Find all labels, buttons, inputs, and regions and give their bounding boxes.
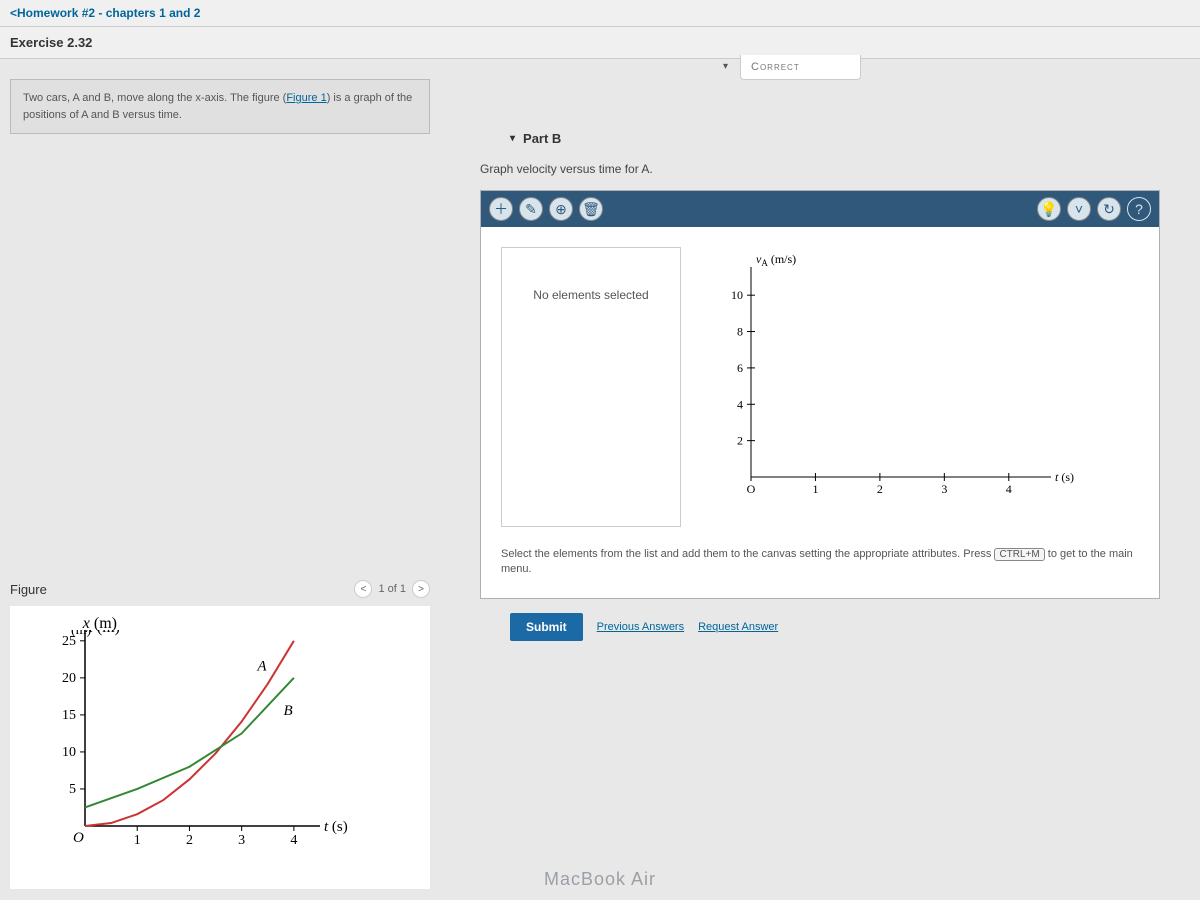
request-answer-link[interactable]: Request Answer (698, 621, 778, 633)
breadcrumb[interactable]: <Homework #2 - chapters 1 and 2 (0, 0, 1200, 27)
figure-1: 5101520251234x (m)ABx (m)t (s)Ox (m) (10, 606, 430, 889)
problem-text: Two cars, A and B, move along the x-axis… (23, 92, 286, 104)
svg-text:2: 2 (877, 482, 883, 496)
part-b-header[interactable]: ▾ Part B (480, 119, 1160, 152)
svg-text:8: 8 (737, 325, 743, 339)
submit-row: Submit Previous Answers Request Answer (480, 599, 1160, 655)
submit-button[interactable]: Submit (510, 613, 583, 641)
pager-label: 1 of 1 (378, 583, 406, 595)
previous-answers-link[interactable]: Previous Answers (597, 621, 684, 633)
svg-text:B: B (283, 703, 292, 719)
figure-panel: Figure < 1 of 1 > 5101520251234x (m)ABx … (0, 562, 440, 899)
breadcrumb-label: Homework #2 - chapters 1 and 2 (17, 6, 200, 20)
delete-tool-button[interactable]: 🗑 (579, 197, 603, 221)
hint-button[interactable]: 💡 (1037, 197, 1061, 221)
part-b-prompt: Graph velocity versus time for A. (480, 152, 1160, 190)
canvas-hint: Select the elements from the list and ad… (481, 547, 1159, 598)
element-inspector: No elements selected ↖ (501, 247, 681, 527)
svg-text:x (m): x (m) (82, 616, 117, 632)
svg-text:t (s): t (s) (324, 819, 348, 835)
help-button[interactable]: ? (1127, 197, 1151, 221)
svg-text:O: O (747, 482, 756, 496)
svg-text:t (s): t (s) (1055, 470, 1074, 484)
svg-text:3: 3 (238, 833, 245, 848)
svg-text:1: 1 (134, 833, 141, 848)
add-tool-button[interactable]: ＋ (489, 197, 513, 221)
part-a-status[interactable]: Correct (740, 55, 861, 80)
figure-link[interactable]: Figure 1 (286, 92, 326, 104)
svg-text:2: 2 (737, 434, 743, 448)
svg-text:3: 3 (941, 482, 947, 496)
figure-title: Figure (10, 582, 47, 597)
edit-tool-button[interactable]: ✎ (519, 197, 543, 221)
svg-text:4: 4 (1006, 482, 1012, 496)
part-b-label: Part B (523, 131, 561, 146)
svg-text:4: 4 (290, 833, 297, 848)
right-column: Correct ▾ Part B Graph velocity versus t… (440, 59, 1200, 899)
svg-text:15: 15 (62, 708, 76, 723)
figure-pager: < 1 of 1 > (354, 580, 430, 598)
left-column: Two cars, A and B, move along the x-axis… (0, 59, 440, 899)
inspector-message: No elements selected (533, 288, 648, 302)
svg-text:O: O (73, 830, 84, 846)
svg-text:10: 10 (62, 745, 76, 760)
canvas-toolbar: ＋ ✎ ⊕ 🗑 💡 ˅ ↻ ? (481, 191, 1159, 227)
svg-text:20: 20 (62, 671, 76, 686)
dropdown-tool-button[interactable]: ˅ (1067, 197, 1091, 221)
svg-text:6: 6 (737, 361, 743, 375)
pager-prev-button[interactable]: < (354, 580, 372, 598)
svg-text:2: 2 (186, 833, 193, 848)
svg-text:5: 5 (69, 782, 76, 797)
pager-next-button[interactable]: > (412, 580, 430, 598)
velocity-plot[interactable]: 2 4 6 8 10 O 1 2 3 4 vA (m/s) t (s) (701, 247, 1139, 527)
key-badge: CTRL+M (994, 548, 1044, 561)
back-chevron-icon: < (10, 6, 17, 20)
page-title: Exercise 2.32 (0, 27, 1200, 59)
reset-button[interactable]: ↻ (1097, 197, 1121, 221)
svg-text:1: 1 (812, 482, 818, 496)
svg-text:A: A (256, 658, 267, 674)
svg-text:vA (m/s): vA (m/s) (756, 252, 796, 268)
svg-text:4: 4 (737, 397, 743, 411)
device-label: MacBook Air (544, 869, 656, 890)
drawing-canvas-frame: ＋ ✎ ⊕ 🗑 💡 ˅ ↻ ? No elements selected ↖ (480, 190, 1160, 599)
svg-text:10: 10 (731, 288, 743, 302)
problem-statement: Two cars, A and B, move along the x-axis… (10, 79, 430, 134)
point-tool-button[interactable]: ⊕ (549, 197, 573, 221)
caret-down-icon: ▾ (510, 133, 515, 144)
